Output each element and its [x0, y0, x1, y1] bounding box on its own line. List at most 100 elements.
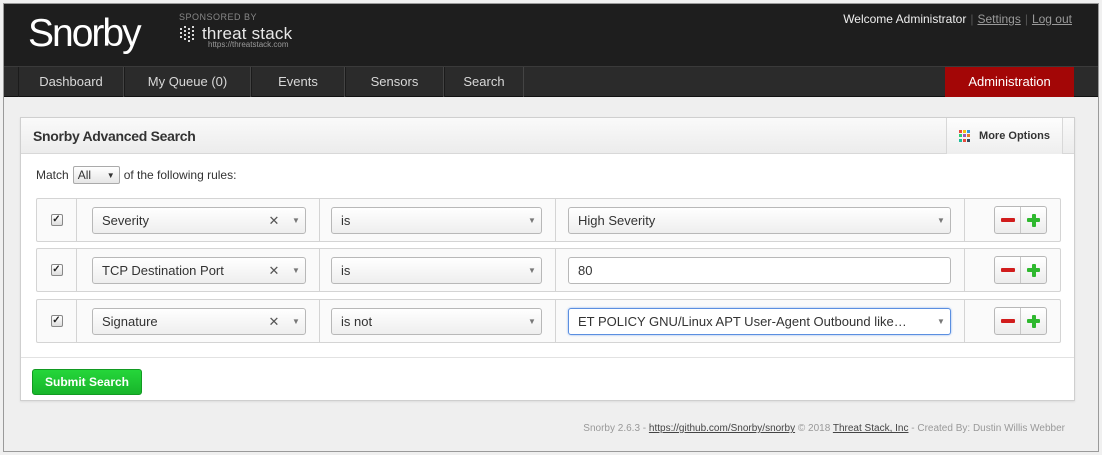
match-prefix: Match	[36, 168, 69, 182]
match-select[interactable]: All ▼	[72, 166, 120, 184]
rule-checkbox[interactable]: ✓	[50, 214, 63, 226]
app-frame: Snorby SPONSORED BY threat stack https:/…	[3, 3, 1099, 452]
app-logo[interactable]: Snorby	[28, 10, 142, 58]
field-value: TCP Destination Port	[102, 263, 224, 278]
threat-stack-icon	[180, 26, 194, 42]
rule-row: ✓ Severity ✕ ▼ is ▼ High Severity ▼	[36, 198, 1061, 242]
rule-checkbox-cell: ✓	[37, 249, 77, 291]
welcome-text: Welcome Administrator	[843, 12, 967, 26]
chevron-down-icon: ▼	[292, 216, 300, 225]
nav-administration[interactable]: Administration	[945, 67, 1074, 97]
user-links: Welcome Administrator | Settings | Log out	[843, 12, 1072, 26]
remove-rule-button[interactable]	[995, 207, 1021, 233]
caret-down-icon: ▼	[106, 170, 115, 180]
credit-text: - Created By: Dustin Willis Webber	[911, 423, 1065, 434]
sponsor-url: https://threatstack.com	[208, 40, 289, 49]
add-rule-button[interactable]	[1021, 207, 1046, 233]
plus-icon	[1027, 314, 1040, 328]
rule-actions	[994, 307, 1047, 335]
value-select[interactable]: High Severity ▼	[568, 207, 951, 234]
value-input[interactable]: 80	[568, 257, 951, 284]
divider	[319, 300, 320, 342]
rule-checkbox[interactable]: ✓	[50, 315, 63, 327]
operator-select[interactable]: is ▼	[331, 207, 542, 234]
divider	[964, 249, 965, 291]
value-select[interactable]: ET POLICY GNU/Linux APT User-Agent Outbo…	[568, 308, 951, 335]
close-icon[interactable]: ✕	[267, 213, 281, 229]
rule-checkbox-cell: ✓	[37, 300, 77, 342]
divider	[319, 249, 320, 291]
minus-icon	[1000, 218, 1015, 222]
rule-actions	[994, 256, 1047, 284]
nav-sensors[interactable]: Sensors	[345, 67, 444, 97]
remove-rule-button[interactable]	[995, 308, 1021, 334]
plus-icon	[1027, 263, 1040, 277]
rule-row: ✓ TCP Destination Port ✕ ▼ is ▼ 80	[36, 248, 1061, 292]
field-value: Signature	[102, 314, 158, 329]
nav-events[interactable]: Events	[251, 67, 345, 97]
chevron-down-icon: ▼	[528, 317, 536, 326]
chevron-down-icon: ▼	[528, 266, 536, 275]
more-options-label: More Options	[979, 130, 1050, 142]
divider	[964, 300, 965, 342]
close-icon[interactable]: ✕	[267, 263, 281, 279]
field-select[interactable]: Signature ✕ ▼	[92, 308, 306, 335]
divider	[555, 300, 556, 342]
grid-icon	[959, 130, 971, 142]
nav-search[interactable]: Search	[444, 67, 524, 97]
settings-link[interactable]: Settings	[977, 12, 1020, 26]
add-rule-button[interactable]	[1021, 308, 1046, 334]
rule-checkbox[interactable]: ✓	[50, 264, 63, 276]
panel-title: Snorby Advanced Search	[33, 128, 196, 144]
operator-value: is	[341, 213, 351, 228]
remove-rule-button[interactable]	[995, 257, 1021, 283]
minus-icon	[1000, 319, 1015, 323]
company-link[interactable]: Threat Stack, Inc	[833, 423, 909, 434]
chevron-down-icon: ▼	[528, 216, 536, 225]
header: Snorby SPONSORED BY threat stack https:/…	[4, 4, 1098, 66]
more-options-button[interactable]: More Options	[946, 118, 1063, 154]
sponsor-label: SPONSORED BY	[179, 12, 258, 22]
minus-icon	[1000, 268, 1015, 272]
rule-actions	[994, 206, 1047, 234]
operator-value: is	[341, 263, 351, 278]
match-value: All	[77, 168, 92, 182]
divider	[964, 199, 965, 241]
chevron-down-icon: ▼	[292, 266, 300, 275]
version-text: Snorby 2.6.3 -	[583, 423, 647, 434]
main-nav: Dashboard My Queue (0) Events Sensors Se…	[4, 66, 1098, 97]
rule-checkbox-cell: ✓	[37, 199, 77, 241]
nav-my-queue[interactable]: My Queue (0)	[124, 67, 251, 97]
value-value: ET POLICY GNU/Linux APT User-Agent Outbo…	[578, 314, 907, 329]
panel-footer: Submit Search	[21, 357, 1074, 402]
divider: |	[1024, 12, 1028, 26]
chevron-down-icon: ▼	[937, 216, 945, 225]
divider	[555, 199, 556, 241]
operator-select[interactable]: is ▼	[331, 257, 542, 284]
field-select[interactable]: TCP Destination Port ✕ ▼	[92, 257, 306, 284]
repo-link[interactable]: https://github.com/Snorby/snorby	[649, 423, 795, 434]
close-icon[interactable]: ✕	[267, 314, 281, 330]
chevron-down-icon: ▼	[937, 317, 945, 326]
submit-search-button[interactable]: Submit Search	[32, 369, 142, 395]
match-suffix: of the following rules:	[123, 168, 237, 182]
value-value: High Severity	[578, 213, 656, 228]
rule-row: ✓ Signature ✕ ▼ is not ▼ ET POLICY GNU/L…	[36, 299, 1061, 343]
match-row: Match All ▼ of the following rules:	[36, 166, 236, 184]
value-value: 80	[578, 263, 593, 278]
divider	[555, 249, 556, 291]
chevron-down-icon: ▼	[292, 317, 300, 326]
plus-icon	[1027, 213, 1040, 227]
field-select[interactable]: Severity ✕ ▼	[92, 207, 306, 234]
nav-dashboard[interactable]: Dashboard	[18, 67, 124, 97]
add-rule-button[interactable]	[1021, 257, 1046, 283]
logout-link[interactable]: Log out	[1032, 12, 1072, 26]
divider: |	[970, 12, 974, 26]
advanced-search-panel: Snorby Advanced Search More Options Matc…	[20, 117, 1075, 401]
copyright-text: © 2018	[797, 423, 831, 434]
panel-header: Snorby Advanced Search More Options	[21, 118, 1074, 154]
sponsor-block: SPONSORED BY threat stack https://threat…	[179, 12, 292, 49]
page-footer: Snorby 2.6.3 - https://github.com/Snorby…	[583, 423, 1065, 434]
divider	[319, 199, 320, 241]
operator-select[interactable]: is not ▼	[331, 308, 542, 335]
